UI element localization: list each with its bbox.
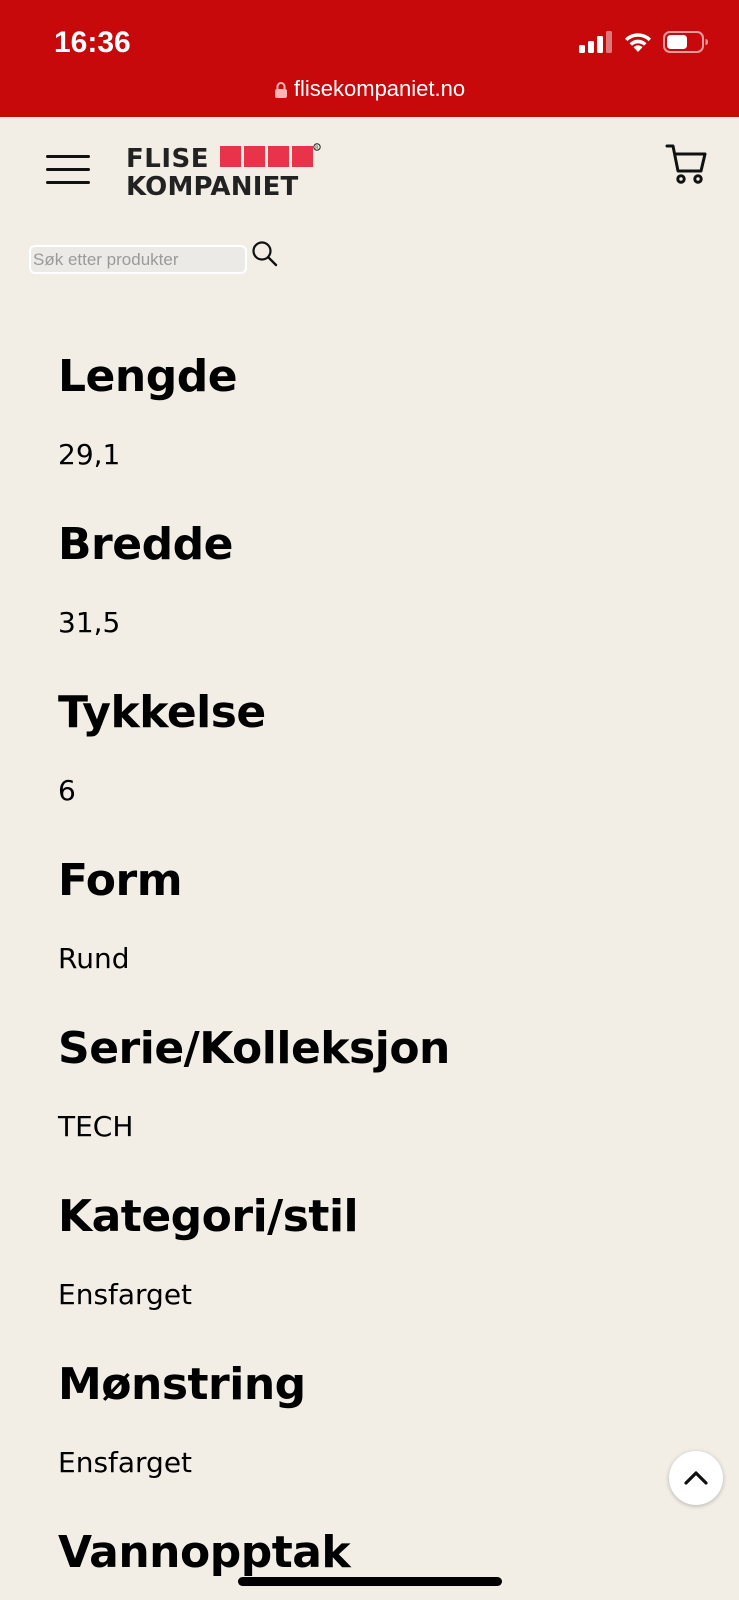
- spec-value: Ensfarget: [58, 1446, 193, 1479]
- battery-icon: [663, 30, 709, 58]
- cart-icon[interactable]: [665, 142, 709, 186]
- spec-value: 29,1: [58, 438, 121, 471]
- status-icons: [579, 30, 709, 58]
- wifi-icon: [623, 31, 653, 57]
- search-icon[interactable]: [251, 240, 279, 268]
- spec-value: Rund: [58, 942, 130, 975]
- spec-tykkelse: Tykkelse 6: [58, 687, 266, 805]
- spec-heading: Kategori/stil: [58, 1191, 359, 1242]
- url-bar[interactable]: flisekompaniet.no: [0, 76, 739, 105]
- spec-heading: Serie/Kolleksjon: [58, 1023, 450, 1074]
- url-text: flisekompaniet.no: [293, 76, 466, 101]
- svg-text:FLISE: FLISE: [126, 144, 209, 174]
- home-indicator[interactable]: [238, 1577, 502, 1586]
- lock-icon: [274, 79, 288, 105]
- spec-lengde: Lengde 29,1: [58, 351, 238, 469]
- cellular-signal-icon: [579, 31, 613, 57]
- spec-vannopptak: Vannopptak: [58, 1527, 351, 1578]
- spec-heading: Lengde: [58, 351, 238, 402]
- spec-value: 31,5: [58, 606, 121, 639]
- site-logo[interactable]: FLISE KOMPANIET R: [126, 143, 322, 203]
- spec-kategori-stil: Kategori/stil Ensfarget: [58, 1191, 359, 1309]
- spec-heading: Form: [58, 855, 183, 906]
- search-input[interactable]: [29, 245, 247, 274]
- spec-value: 6: [58, 774, 76, 807]
- spec-form: Form Rund: [58, 855, 183, 973]
- spec-value: Ensfarget: [58, 1278, 193, 1311]
- status-time: 16:36: [54, 26, 131, 59]
- spec-serie-kolleksjon: Serie/Kolleksjon TECH: [58, 1023, 450, 1141]
- spec-value: TECH: [58, 1110, 134, 1143]
- status-bar: 16:36 flisekompaniet.no: [0, 0, 739, 117]
- svg-text:KOMPANIET: KOMPANIET: [126, 172, 299, 199]
- spec-heading: Bredde: [58, 519, 233, 570]
- scroll-to-top-button[interactable]: [669, 1451, 723, 1505]
- spec-heading: Mønstring: [58, 1359, 306, 1410]
- spec-monstring: Mønstring Ensfarget: [58, 1359, 306, 1477]
- spec-heading: Vannopptak: [58, 1527, 351, 1578]
- spec-heading: Tykkelse: [58, 687, 266, 738]
- spec-bredde: Bredde 31,5: [58, 519, 233, 637]
- chevron-up-icon: [684, 1471, 708, 1485]
- menu-icon[interactable]: [46, 150, 90, 186]
- svg-text:R: R: [315, 145, 318, 151]
